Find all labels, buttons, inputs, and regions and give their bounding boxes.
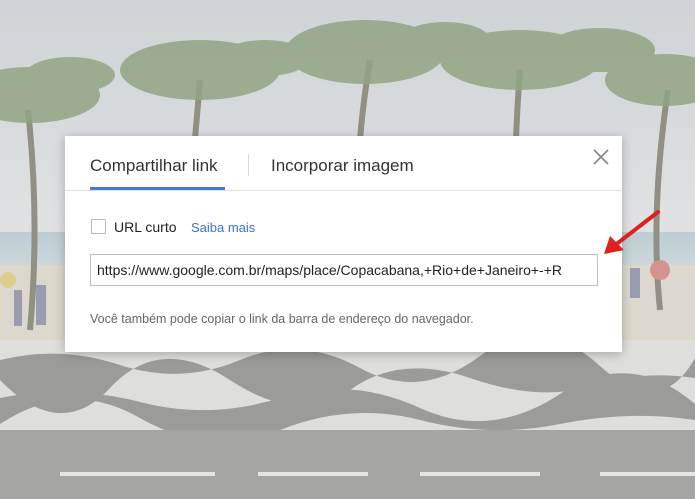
- tab-divider: [248, 154, 249, 176]
- short-url-checkbox[interactable]: [91, 219, 106, 234]
- close-icon[interactable]: [592, 148, 610, 166]
- short-url-label: URL curto: [114, 219, 177, 235]
- learn-more-link[interactable]: Saiba mais: [191, 220, 255, 235]
- tab-embed-image[interactable]: Incorporar imagem: [271, 156, 414, 176]
- tab-share-link[interactable]: Compartilhar link: [90, 156, 218, 176]
- share-dialog: Compartilhar link Incorporar imagem URL …: [65, 136, 622, 352]
- copy-hint-text: Você também pode copiar o link da barra …: [90, 312, 474, 326]
- dialog-tabs: Compartilhar link Incorporar imagem: [65, 136, 622, 191]
- red-arrow-icon: [604, 210, 660, 254]
- active-tab-indicator: [90, 187, 225, 190]
- share-link-input[interactable]: [90, 254, 598, 286]
